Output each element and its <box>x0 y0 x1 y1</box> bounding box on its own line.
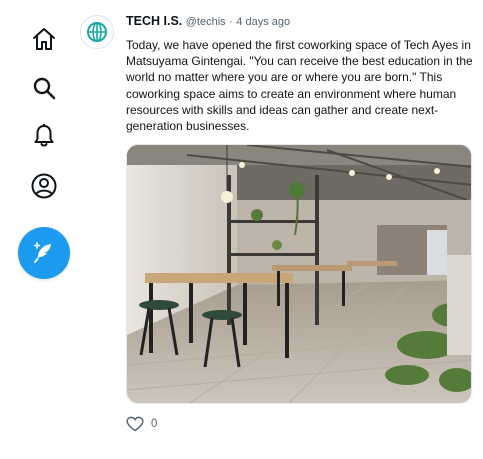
heart-icon <box>126 416 144 432</box>
app: TECH I.S. @techis · 4 days ago Today, we… <box>0 0 483 459</box>
compose-button[interactable] <box>18 227 70 279</box>
avatar[interactable] <box>80 15 114 49</box>
post-actions: 0 <box>126 416 157 432</box>
globe-logo-icon <box>87 22 107 42</box>
bell-icon <box>34 124 54 147</box>
post-text: Today, we have opened the first coworkin… <box>126 38 473 134</box>
post-media[interactable] <box>126 144 472 405</box>
home-icon <box>33 28 55 50</box>
post-timestamp[interactable]: 4 days ago <box>236 16 290 28</box>
nav-profile-button[interactable] <box>22 164 66 208</box>
like-button[interactable] <box>126 416 144 432</box>
search-icon <box>33 77 56 100</box>
sidebar-nav <box>0 0 88 459</box>
profile-icon <box>31 173 57 199</box>
author-name[interactable]: TECH I.S. <box>126 14 182 28</box>
coworking-photo <box>127 145 471 404</box>
author-handle[interactable]: @techis <box>186 16 226 28</box>
header-separator: · <box>229 16 233 28</box>
nav-search-button[interactable] <box>22 66 66 110</box>
like-count: 0 <box>151 418 158 430</box>
post-header: TECH I.S. @techis · 4 days ago <box>126 12 474 31</box>
post-body: TECH I.S. @techis · 4 days ago Today, we… <box>126 12 474 405</box>
nav-notifications-button[interactable] <box>22 114 66 158</box>
nav-home-button[interactable] <box>22 17 66 61</box>
feather-icon <box>33 242 51 263</box>
